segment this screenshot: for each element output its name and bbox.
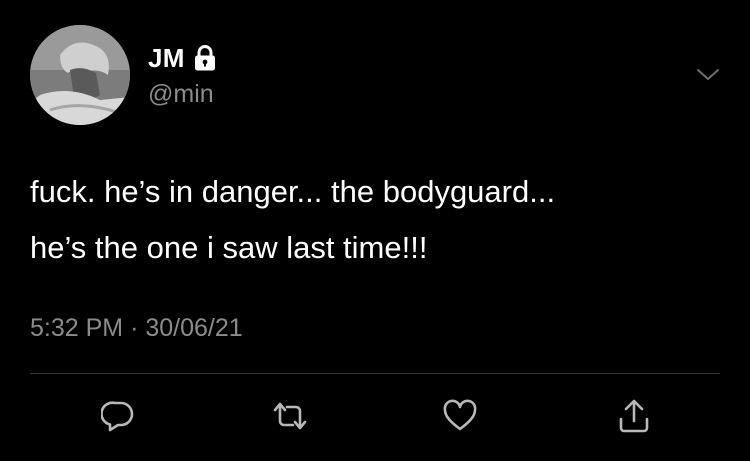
heart-icon (442, 399, 478, 433)
avatar[interactable] (30, 25, 130, 125)
display-name[interactable]: JM (148, 43, 185, 74)
like-button[interactable] (440, 396, 480, 436)
tweet-card: JM @min fuck. he’s in danger... the body… (0, 0, 750, 461)
tweet-time: 5:32 PM (30, 314, 124, 342)
share-icon (617, 398, 651, 434)
chevron-down-icon[interactable] (696, 64, 720, 84)
tweet-text: fuck. he’s in danger... the bodyguard...… (30, 174, 556, 265)
user-handle[interactable]: @min (148, 80, 214, 109)
retweet-button[interactable] (270, 396, 310, 436)
author-name-row: JM (148, 43, 217, 73)
reply-button[interactable] (98, 396, 138, 436)
meta-separator: · (130, 314, 139, 342)
tweet-date: 30/06/21 (145, 314, 243, 342)
avatar-photo-icon (30, 25, 130, 125)
share-button[interactable] (614, 396, 654, 436)
tweet-timestamp[interactable]: 5:32 PM · 30/06/21 (30, 314, 243, 343)
lock-icon (193, 45, 217, 71)
retweet-icon (271, 399, 309, 433)
divider (30, 373, 720, 374)
reply-icon (101, 399, 135, 433)
